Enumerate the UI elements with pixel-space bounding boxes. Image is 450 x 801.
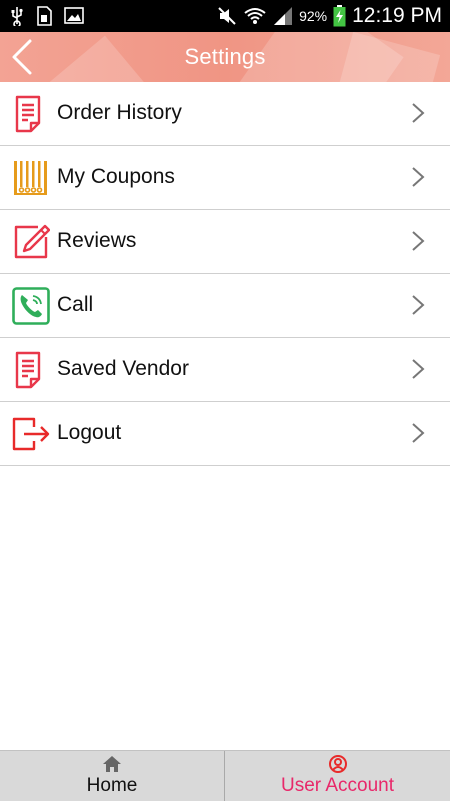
menu-item-label: Logout — [57, 421, 122, 444]
wifi-icon — [244, 8, 266, 24]
battery-percent: 92% — [299, 8, 328, 24]
image-icon — [64, 7, 84, 24]
edit-pencil-icon — [14, 224, 50, 259]
home-icon — [103, 756, 121, 772]
page-title: Settings — [184, 44, 266, 69]
tab-user-account[interactable]: User Account — [225, 751, 450, 801]
logout-icon — [12, 417, 50, 451]
user-account-icon — [328, 755, 347, 773]
barcode-icon — [14, 161, 47, 195]
menu-item-label: Reviews — [57, 229, 137, 252]
menu-item-saved-vendor[interactable]: Saved Vendor — [0, 338, 450, 402]
sd-card-icon — [37, 6, 52, 26]
status-bar-right: 92% 12:19 PM — [217, 2, 442, 30]
chevron-right-icon — [412, 103, 425, 123]
status-bar: 92% 12:19 PM — [0, 0, 450, 32]
bottom-navigation: Home User Account — [0, 750, 450, 801]
chevron-right-icon — [412, 167, 425, 187]
status-time: 12:19 PM — [352, 4, 442, 27]
usb-icon — [11, 7, 23, 26]
settings-menu: Order History My Coupons Reviews Call Sa… — [0, 82, 450, 466]
chevron-right-icon — [412, 359, 425, 379]
menu-item-order-history[interactable]: Order History — [0, 82, 450, 146]
menu-item-logout[interactable]: Logout — [0, 402, 450, 466]
signal-icon — [274, 7, 293, 25]
menu-item-my-coupons[interactable]: My Coupons — [0, 146, 450, 210]
chevron-right-icon — [412, 295, 425, 315]
chevron-right-icon — [412, 231, 425, 251]
tab-label: Home — [86, 775, 138, 796]
phone-icon — [12, 287, 50, 325]
tab-label: User Account — [281, 775, 394, 796]
menu-item-label: Call — [57, 293, 94, 316]
status-bar-left — [10, 6, 84, 26]
document-icon — [15, 95, 41, 133]
menu-item-reviews[interactable]: Reviews — [0, 210, 450, 274]
menu-item-call[interactable]: Call — [0, 274, 450, 338]
mute-icon — [218, 7, 236, 25]
document-icon — [15, 351, 41, 389]
chevron-right-icon — [412, 423, 425, 443]
tab-home[interactable]: Home — [0, 751, 225, 801]
menu-item-label: Order History — [57, 101, 182, 124]
app-header: Settings — [0, 32, 450, 82]
menu-item-label: My Coupons — [57, 165, 175, 188]
battery-charging-icon — [333, 5, 346, 27]
menu-item-label: Saved Vendor — [57, 357, 189, 380]
